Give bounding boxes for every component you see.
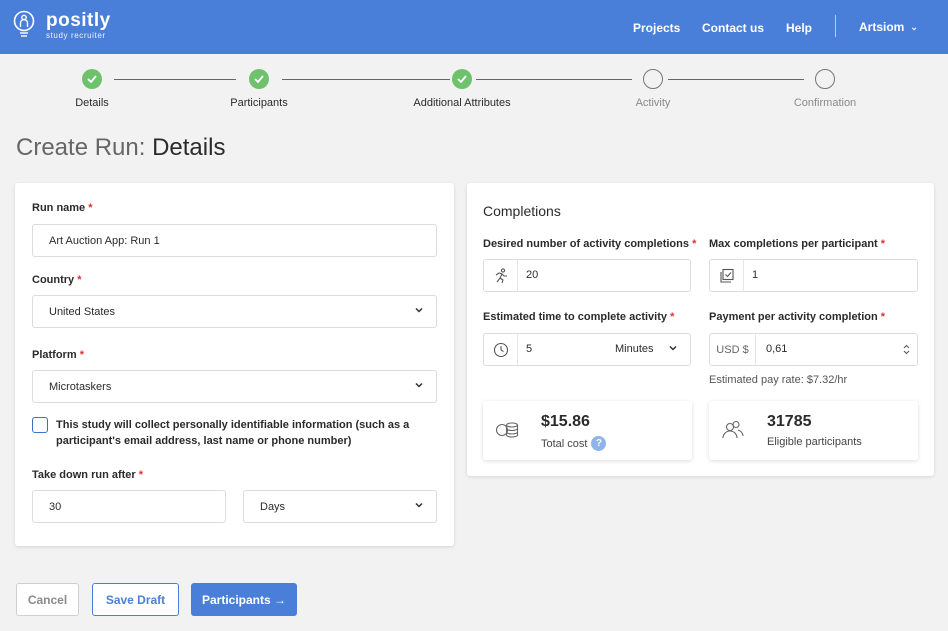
eligible-participants-card: 31785 Eligible participants — [709, 401, 918, 460]
chevron-down-icon — [415, 382, 423, 388]
estimated-time-value: 5 — [526, 343, 533, 355]
lightbulb-person-icon — [13, 10, 35, 37]
total-cost-label-row: Total cost ? — [541, 436, 607, 451]
takedown-label: Take down run after * — [32, 469, 144, 481]
step-connector — [282, 79, 450, 80]
top-navigation-bar: positly study recruiter Projects Contact… — [0, 0, 948, 54]
platform-value: Microtaskers — [49, 380, 112, 393]
takedown-unit-select[interactable]: Days — [243, 490, 437, 523]
coins-icon — [495, 422, 519, 438]
brand-tagline: study recruiter — [46, 30, 106, 40]
payment-input[interactable]: USD $ 0,61 — [709, 333, 918, 366]
payment-value: 0,61 — [766, 343, 788, 355]
completions-title: Completions — [483, 203, 561, 219]
total-cost-label: Total cost — [541, 437, 588, 450]
estimated-time-label: Estimated time to complete activity * — [483, 311, 675, 323]
people-icon — [722, 420, 744, 439]
country-select[interactable]: United States — [32, 295, 437, 328]
brand-name: positly — [46, 9, 111, 31]
help-icon[interactable]: ? — [591, 436, 607, 451]
eligible-participants-value: 31785 — [767, 413, 812, 430]
chevron-down-icon — [415, 307, 423, 313]
step-details-check-icon[interactable] — [82, 69, 102, 89]
total-cost-value: $15.86 — [541, 413, 590, 430]
nav-divider — [835, 15, 836, 37]
step-label-activity: Activity — [635, 97, 671, 109]
step-label-participants[interactable]: Participants — [230, 97, 287, 109]
nav-help-link[interactable]: Help — [786, 21, 812, 35]
positly-logo[interactable]: positly study recruiter — [12, 10, 111, 40]
page-title: Create Run: Details — [16, 134, 226, 161]
country-value: United States — [49, 305, 116, 318]
takedown-input[interactable]: 30 — [32, 490, 226, 523]
user-menu[interactable]: Artsiom ⌄ — [859, 20, 918, 34]
step-confirmation-circle-icon — [815, 69, 835, 89]
estimated-time-input[interactable]: 5 Minutes — [483, 333, 691, 366]
estimated-pay-rate: Estimated pay rate: $7.32/hr — [709, 374, 848, 386]
platform-label: Platform * — [32, 349, 84, 361]
step-connector — [668, 79, 804, 80]
run-name-label: Run name * — [32, 202, 93, 214]
chevron-down-icon: ⌄ — [910, 21, 918, 32]
nav-projects-link[interactable]: Projects — [633, 21, 680, 35]
chevron-down-icon — [415, 502, 423, 508]
total-cost-card: $15.86 Total cost ? — [483, 401, 692, 460]
step-label-confirmation: Confirmation — [793, 97, 857, 109]
desired-completions-input[interactable]: 20 — [483, 259, 691, 292]
cancel-button[interactable]: Cancel — [16, 583, 79, 616]
pii-checkbox-label[interactable]: This study will collect personally ident… — [56, 417, 436, 449]
max-completions-input[interactable]: 1 — [709, 259, 918, 292]
user-name: Artsiom — [859, 20, 905, 34]
next-participants-button[interactable]: Participants → — [191, 583, 297, 616]
step-attributes-check-icon[interactable] — [452, 69, 472, 89]
time-unit-select[interactable]: Minutes — [615, 343, 654, 355]
run-name-input[interactable]: Art Auction App: Run 1 — [32, 224, 437, 257]
chevron-down-icon — [669, 345, 677, 351]
number-stepper-icon[interactable] — [903, 344, 910, 355]
max-completions-label: Max completions per participant * — [709, 238, 886, 250]
platform-select[interactable]: Microtaskers — [32, 370, 437, 403]
nav-contact-link[interactable]: Contact us — [702, 21, 764, 35]
desired-completions-value: 20 — [526, 269, 539, 281]
country-label: Country * — [32, 274, 82, 286]
step-participants-check-icon[interactable] — [249, 69, 269, 89]
max-completions-value: 1 — [752, 269, 759, 281]
eligible-participants-label: Eligible participants — [767, 436, 862, 448]
stacked-check-icon — [710, 260, 744, 291]
step-connector — [476, 79, 632, 80]
page-title-name: Details — [152, 134, 226, 161]
step-label-attributes[interactable]: Additional Attributes — [413, 97, 510, 109]
save-draft-button[interactable]: Save Draft — [92, 583, 179, 616]
currency-prefix: USD $ — [710, 334, 756, 365]
takedown-unit-value: Days — [260, 500, 286, 513]
clock-icon — [484, 334, 518, 365]
step-connector — [114, 79, 236, 80]
payment-label: Payment per activity completion * — [709, 311, 886, 323]
step-activity-circle-icon — [643, 69, 663, 89]
desired-completions-label: Desired number of activity completions * — [483, 238, 697, 250]
runner-icon — [484, 260, 518, 291]
pii-checkbox[interactable] — [32, 417, 48, 433]
step-label-details[interactable]: Details — [75, 97, 109, 109]
